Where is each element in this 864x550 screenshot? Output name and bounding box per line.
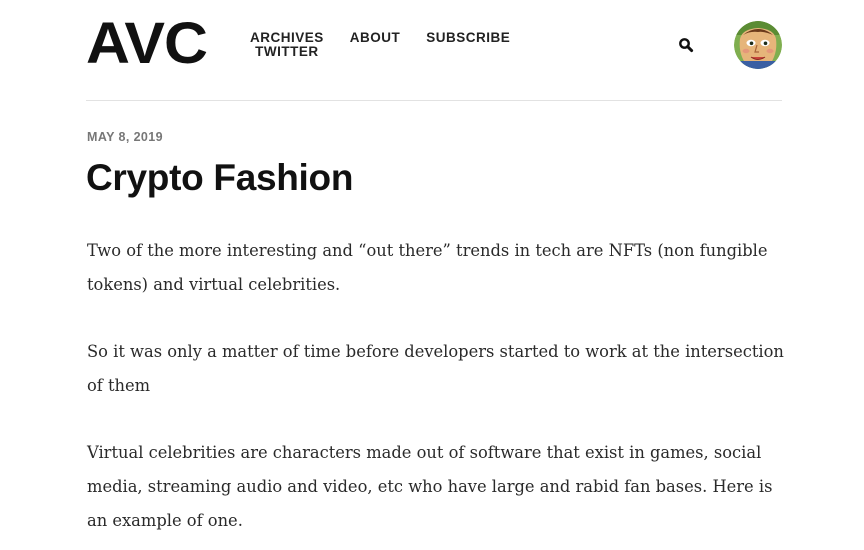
post-paragraph: Two of the more interesting and “out the… (87, 241, 768, 294)
main-nav: ARCHIVES TWITTER ABOUT SUBSCRIBE (250, 31, 510, 59)
site-logo[interactable]: AVC (86, 14, 208, 74)
page: AVC ARCHIVES TWITTER ABOUT SUBSCRIBE MAY… (0, 0, 864, 550)
header-divider (86, 100, 782, 101)
post-paragraph: Virtual celebrities are characters made … (87, 443, 773, 530)
search-icon[interactable] (678, 37, 694, 53)
nav-archives-link[interactable]: ARCHIVES (250, 31, 324, 45)
nav-subscribe-link[interactable]: SUBSCRIBE (426, 31, 510, 59)
post-date: MAY 8, 2019 (87, 130, 163, 144)
nav-twitter-link[interactable]: TWITTER (255, 45, 319, 59)
avatar[interactable] (734, 21, 782, 69)
nav-group-archives-twitter: ARCHIVES TWITTER (250, 31, 324, 59)
post-title[interactable]: Crypto Fashion (86, 154, 353, 202)
post-body: Two of the more interesting and “out the… (87, 234, 787, 550)
nav-about-link[interactable]: ABOUT (350, 31, 401, 59)
post-paragraph: So it was only a matter of time before d… (87, 342, 784, 395)
